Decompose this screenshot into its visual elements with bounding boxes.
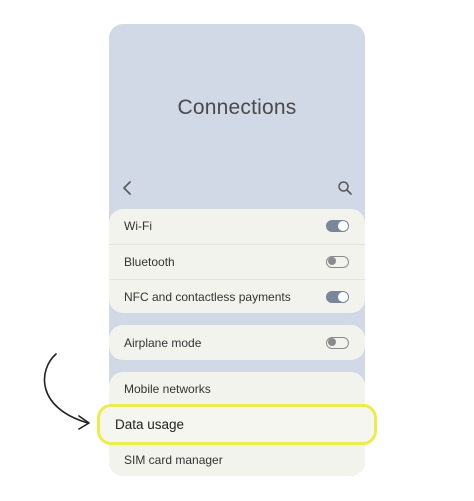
chevron-left-icon[interactable] — [121, 180, 135, 196]
wifi-row[interactable]: Wi-Fi — [109, 209, 365, 243]
sim-card-manager-label: SIM card manager — [124, 452, 223, 467]
nfc-row[interactable]: NFC and contactless payments — [109, 279, 365, 313]
wifi-label: Wi-Fi — [124, 219, 152, 233]
bluetooth-row[interactable]: Bluetooth — [109, 244, 365, 278]
data-usage-label: Data usage — [115, 417, 185, 432]
toggle-knob — [328, 338, 336, 346]
airplane-mode-label: Airplane mode — [124, 335, 202, 350]
toggle-knob — [338, 221, 348, 231]
curved-arrow-icon — [43, 353, 90, 430]
search-icon[interactable] — [337, 180, 353, 196]
page-title: Connections — [177, 96, 297, 119]
nfc-label: NFC and contactless payments — [124, 289, 291, 304]
bluetooth-toggle[interactable] — [326, 255, 349, 268]
airplane-mode-toggle[interactable] — [326, 336, 349, 349]
mobile-networks-label: Mobile networks — [124, 382, 211, 396]
airplane-group: Airplane mode — [109, 325, 365, 360]
wifi-toggle[interactable] — [326, 220, 349, 232]
nfc-toggle[interactable] — [326, 290, 349, 303]
toggle-knob — [328, 257, 336, 265]
airplane-mode-row[interactable]: Airplane mode — [109, 325, 365, 360]
bluetooth-label: Bluetooth — [124, 254, 175, 269]
connections-group: Wi-Fi Bluetooth NFC and contactless paym… — [109, 209, 365, 313]
toggle-knob — [338, 291, 348, 302]
mobile-networks-row[interactable]: Mobile networks — [109, 372, 365, 406]
data-usage-row[interactable]: Data usage — [97, 404, 377, 445]
sim-card-manager-row[interactable]: SIM card manager — [109, 442, 365, 476]
